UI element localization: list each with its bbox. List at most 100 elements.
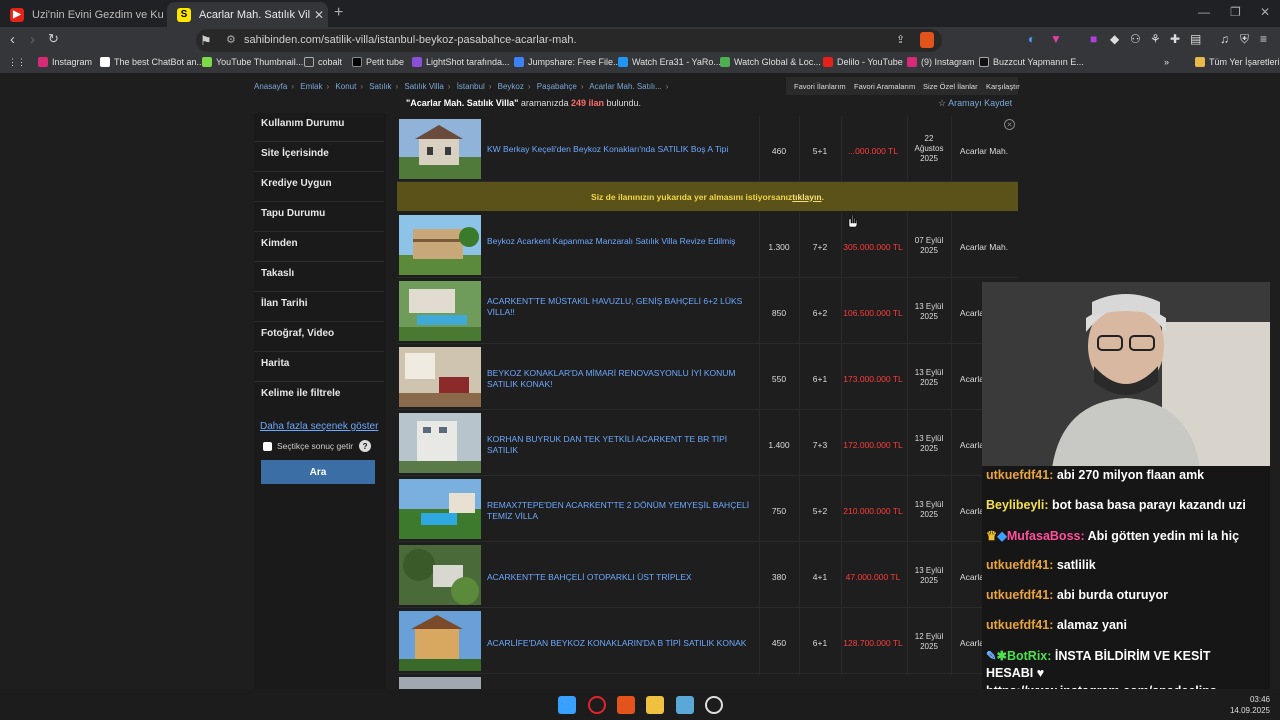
listing-photo[interactable] xyxy=(399,611,481,671)
all-bookmarks[interactable]: Tüm Yer İşaretleri xyxy=(1195,57,1280,67)
breadcrumb-item[interactable]: Emlak xyxy=(300,82,322,91)
reload-icon[interactable]: ↻ xyxy=(48,31,59,47)
extension-icon[interactable]: ▼ xyxy=(1050,32,1062,46)
filter-kimden[interactable]: Kimden xyxy=(261,238,298,249)
listing-title[interactable]: ACARKENT'TE MÜSTAKİL HAVUZLU, GENİŞ BAHÇ… xyxy=(487,296,755,318)
bookmark-item[interactable]: Watch Global & Loc... xyxy=(720,57,821,67)
filter-kelime[interactable]: Kelime ile filtrele xyxy=(261,388,340,399)
listing-photo[interactable] xyxy=(399,413,481,473)
favorite-searches-link[interactable]: Favori Aramalarım xyxy=(854,82,915,91)
obs-icon[interactable] xyxy=(705,696,723,714)
brave-icon[interactable] xyxy=(617,696,635,714)
auto-search-checkbox[interactable] xyxy=(263,441,272,451)
extension-icon[interactable]: ■ xyxy=(1090,32,1097,46)
extension-icon[interactable]: ⚘ xyxy=(1150,32,1161,46)
bookmark-icon[interactable]: ⚑ xyxy=(200,33,212,49)
help-icon[interactable]: ? xyxy=(359,440,372,452)
listing-row[interactable]: KORHAN BUYRUK DAN TEK YETKİLİ ACARKENT T… xyxy=(397,410,1018,476)
listing-title[interactable]: BEYKOZ KONAKLAR'DA MİMARİ RENOVASYONLU İ… xyxy=(487,368,755,390)
bookmark-item[interactable]: Buzzcut Yapmanın E... xyxy=(979,57,1084,67)
listing-photo[interactable] xyxy=(399,119,481,179)
listing-row[interactable]: REMAX7TEPE'DEN ACARKENT'TE 2 DÖNÜM YEMYE… xyxy=(397,476,1018,542)
search-button[interactable]: Ara xyxy=(261,460,375,484)
listing-photo[interactable] xyxy=(399,347,481,407)
bookmark-item[interactable]: The best ChatBot an... xyxy=(100,57,204,67)
breadcrumb-item[interactable]: Satılık xyxy=(369,82,391,91)
opera-icon[interactable] xyxy=(588,696,606,714)
breadcrumb-item[interactable]: Beykoz xyxy=(498,82,524,91)
app-icon[interactable] xyxy=(676,696,694,714)
breadcrumb-item[interactable]: Acarlar Mah. Satılı... xyxy=(589,82,661,91)
more-options-link[interactable]: Daha fazla seçenek göster xyxy=(260,421,378,432)
listing-row[interactable] xyxy=(397,674,1018,689)
listing-photo[interactable] xyxy=(399,215,481,275)
bookmark-item[interactable]: cobalt xyxy=(304,57,342,67)
filter-site-icerisinde[interactable]: Site İçerisinde xyxy=(261,148,329,159)
bookmark-item[interactable]: Instagram xyxy=(38,57,92,67)
bookmark-item[interactable]: Jumpshare: Free File... xyxy=(514,57,621,67)
listing-row[interactable]: Beykoz Acarkent Kapanmaz Manzaralı Satıl… xyxy=(397,212,1018,278)
bookmark-item[interactable]: LightShot tarafında... xyxy=(412,57,510,67)
save-search-button[interactable]: ☆ Aramayı Kaydet xyxy=(938,98,1012,109)
bookmark-item[interactable]: Petit tube xyxy=(352,57,404,67)
filter-harita[interactable]: Harita xyxy=(261,358,289,369)
bookmark-item[interactable]: (9) Instagram xyxy=(907,57,975,67)
menu-icon[interactable]: ≡ xyxy=(1260,32,1267,46)
sidebar-icon[interactable]: ▤ xyxy=(1190,32,1201,46)
filter-tapu-durumu[interactable]: Tapu Durumu xyxy=(261,208,325,219)
extension-icon[interactable]: ⚇ xyxy=(1130,32,1141,46)
share-icon[interactable]: ⇪ xyxy=(896,33,905,46)
breadcrumb-item[interactable]: Anasayfa xyxy=(254,82,287,91)
promo-link[interactable]: tıklayın xyxy=(792,192,821,202)
listing-photo[interactable] xyxy=(399,479,481,539)
back-icon[interactable]: ‹ xyxy=(10,31,15,48)
bookmark-item[interactable]: YouTube Thumbnail... xyxy=(202,57,303,67)
close-tab-icon[interactable]: ✕ xyxy=(310,8,328,22)
listing-title[interactable]: KW Berkay Keçeli'den Beykoz Konakları'nd… xyxy=(487,144,755,155)
restore-icon[interactable]: ❐ xyxy=(1230,5,1241,19)
chevron-right-icon[interactable]: » xyxy=(1164,57,1169,67)
apps-icon[interactable]: ⋮⋮ xyxy=(8,57,26,68)
filter-takasli[interactable]: Takaslı xyxy=(261,268,294,279)
listing-row[interactable]: ACARKENT'TE MÜSTAKİL HAVUZLU, GENİŞ BAHÇ… xyxy=(397,278,1018,344)
listing-row[interactable]: ACARLİFE'DAN BEYKOZ KONAKLARIN'DA B TİPİ… xyxy=(397,608,1018,674)
forward-icon[interactable]: › xyxy=(30,31,35,48)
listing-photo[interactable] xyxy=(399,677,481,689)
compare-link[interactable]: Karşılaştır xyxy=(986,82,1020,91)
breadcrumb-item[interactable]: İstanbul xyxy=(457,82,485,91)
listing-row[interactable]: KW Berkay Keçeli'den Beykoz Konakları'nd… xyxy=(397,116,1018,182)
bookmark-item[interactable]: Delilo - YouTube xyxy=(823,57,903,67)
listing-row[interactable]: ACARKENT'TE BAHÇELİ OTOPARKLI ÜST TRİPLE… xyxy=(397,542,1018,608)
filter-kullanim-durumu[interactable]: Kullanım Durumu xyxy=(261,118,344,129)
site-info-icon[interactable]: ⚙ xyxy=(226,33,236,46)
tab-sahibinden[interactable]: S Acarlar Mah. Satılık Villa Fiyatları ✕ xyxy=(167,2,328,27)
listing-title[interactable]: ACARKENT'TE BAHÇELİ OTOPARKLI ÜST TRİPLE… xyxy=(487,572,755,583)
puzzle-icon[interactable]: ✚ xyxy=(1170,32,1180,46)
listing-title[interactable]: KORHAN BUYRUK DAN TEK YETKİLİ ACARKENT T… xyxy=(487,434,755,456)
minimize-icon[interactable]: — xyxy=(1198,5,1210,19)
breadcrumb-item[interactable]: Paşabahçe xyxy=(537,82,577,91)
listing-photo[interactable] xyxy=(399,545,481,605)
listing-title[interactable]: Beykoz Acarkent Kapanmaz Manzaralı Satıl… xyxy=(487,236,755,247)
listing-photo[interactable] xyxy=(399,281,481,341)
breadcrumb-item[interactable]: Konut xyxy=(335,82,356,91)
windows-start-icon[interactable] xyxy=(558,696,576,714)
listing-title[interactable]: ACARLİFE'DAN BEYKOZ KONAKLARIN'DA B TİPİ… xyxy=(487,638,755,649)
listing-title[interactable]: REMAX7TEPE'DEN ACARKENT'TE 2 DÖNÜM YEMYE… xyxy=(487,500,755,522)
special-listings-link[interactable]: Size Özel İlanlar xyxy=(923,82,978,91)
bookmark-item[interactable]: Watch Era31 - YaRo... xyxy=(618,57,721,67)
close-window-icon[interactable]: ✕ xyxy=(1260,5,1270,19)
folder-icon[interactable] xyxy=(646,696,664,714)
shield-icon[interactable]: ⛨ xyxy=(1240,32,1249,47)
close-icon[interactable]: ✕ xyxy=(1004,119,1015,130)
filter-krediye-uygun[interactable]: Krediye Uygun xyxy=(261,178,332,189)
favorite-listings-link[interactable]: Favori İlanlarım xyxy=(794,82,846,91)
filter-ilan-tarihi[interactable]: İlan Tarihi xyxy=(261,298,308,309)
address-bar[interactable]: ⚙ sahibinden.com/satilik-villa/istanbul-… xyxy=(196,29,942,52)
breadcrumb-item[interactable]: Satılık Villa xyxy=(404,82,443,91)
brave-shield-icon[interactable] xyxy=(920,32,934,48)
extension-icon[interactable]: ◐ xyxy=(1028,32,1035,46)
tab-uzi-video[interactable]: ▶ Uzi'nin Evini Gezdim ve Kurbağa Tera xyxy=(0,2,164,27)
extension-icon[interactable]: ◆ xyxy=(1110,32,1119,46)
filter-fotograf-video[interactable]: Fotoğraf, Video xyxy=(261,328,334,339)
